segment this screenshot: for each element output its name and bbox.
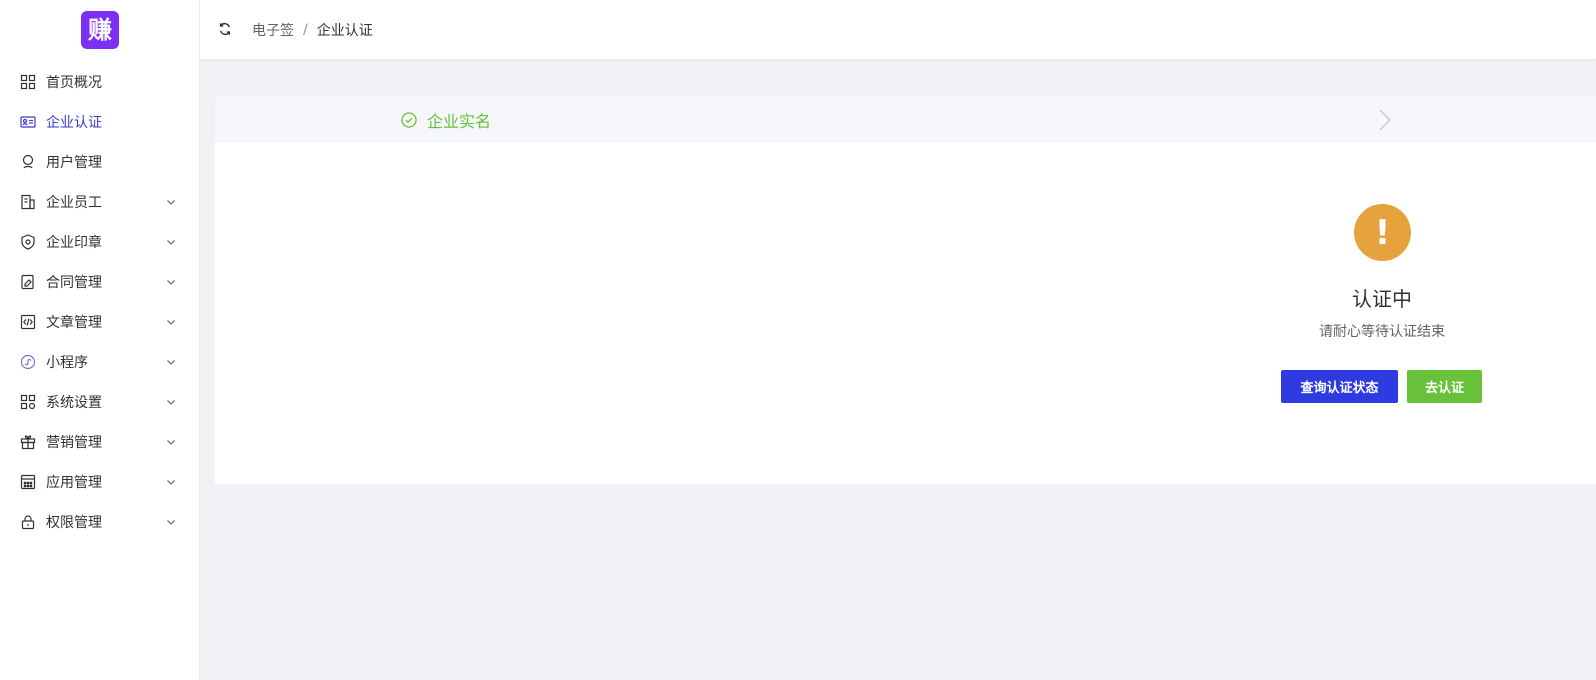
app-logo[interactable]: 赚: [81, 11, 119, 49]
breadcrumb-parent[interactable]: 电子签: [252, 20, 294, 40]
sidebar-item-contracts[interactable]: 合同管理: [0, 262, 199, 302]
sidebar-item-user-management[interactable]: 用户管理: [0, 142, 199, 182]
sidebar: 赚 首页概况 企业认证 用户管理 企业员工 企业印章 合同管理 文章管理 小程序…: [0, 0, 200, 680]
sidebar-item-label: 企业认证: [46, 115, 102, 131]
chevron-down-icon: [165, 356, 177, 368]
sidebar-item-label: 营销管理: [46, 435, 102, 451]
sidebar-item-label: 用户管理: [46, 155, 102, 171]
sidebar-item-label: 企业印章: [46, 235, 102, 251]
gift-icon: [20, 434, 36, 450]
chevron-down-icon: [165, 476, 177, 488]
id-card-icon: [20, 114, 36, 130]
breadcrumb-current: 企业认证: [316, 22, 373, 39]
warning-icon: !: [1354, 204, 1411, 261]
chevron-right-icon: [1379, 109, 1391, 131]
chevron-down-icon: [165, 516, 177, 528]
sidebar-item-miniprogram[interactable]: 小程序: [0, 342, 199, 382]
result-title: 认证中: [1352, 287, 1412, 311]
chevron-down-icon: [165, 316, 177, 328]
top-bar: 电子签 / 企业认证: [200, 0, 1596, 60]
sidebar-item-label: 文章管理: [46, 315, 102, 331]
sidebar-item-marketing[interactable]: 营销管理: [0, 422, 199, 462]
chevron-down-icon: [165, 276, 177, 288]
breadcrumb-separator: /: [303, 21, 308, 38]
logo-text: 赚: [88, 16, 112, 44]
user-icon: [20, 154, 36, 170]
lock-icon: [20, 514, 36, 530]
chevron-down-icon: [165, 196, 177, 208]
result-subtitle: 请耐心等待认证结束: [1319, 324, 1445, 340]
result-panel: ! 认证中 请耐心等待认证结束 查询认证状态 去认证: [215, 143, 1596, 484]
miniprogram-icon: [20, 354, 36, 370]
dashboard-icon: [20, 74, 36, 90]
sidebar-item-label: 小程序: [46, 355, 88, 371]
sidebar-item-apps[interactable]: 应用管理: [0, 462, 199, 502]
contract-icon: [20, 274, 36, 290]
sidebar-item-label: 首页概况: [46, 75, 102, 91]
sidebar-item-seals[interactable]: 企业印章: [0, 222, 199, 262]
sidebar-item-articles[interactable]: 文章管理: [0, 302, 199, 342]
sidebar-item-label: 权限管理: [46, 515, 102, 531]
step-enterprise-realname: 企业实名: [401, 97, 491, 143]
shield-seal-icon: [20, 234, 36, 250]
sidebar-item-label: 企业员工: [46, 195, 102, 211]
check-circle-icon: [401, 112, 417, 128]
main-content: 企业实名 ! 认证中 请耐心等待认证结束 查询认证状态 去认证: [215, 97, 1596, 484]
sidebar-item-label: 合同管理: [46, 275, 102, 291]
chevron-down-icon: [165, 236, 177, 248]
sidebar-item-system-settings[interactable]: 系统设置: [0, 382, 199, 422]
query-status-button[interactable]: 查询认证状态: [1281, 370, 1398, 403]
steps-bar: 企业实名: [215, 97, 1596, 143]
chevron-down-icon: [165, 436, 177, 448]
step-label: 企业实名: [427, 112, 492, 131]
sidebar-menu: 首页概况 企业认证 用户管理 企业员工 企业印章 合同管理 文章管理 小程序 系…: [0, 62, 199, 542]
settings-grid-icon: [20, 394, 36, 410]
sidebar-item-label: 系统设置: [46, 395, 102, 411]
sidebar-item-enterprise-auth[interactable]: 企业认证: [0, 102, 199, 142]
warning-glyph: !: [1374, 212, 1391, 253]
sidebar-item-employees[interactable]: 企业员工: [0, 182, 199, 222]
breadcrumb: 电子签 / 企业认证: [252, 20, 373, 40]
go-authenticate-button[interactable]: 去认证: [1407, 370, 1482, 403]
code-doc-icon: [20, 314, 36, 330]
sidebar-item-permissions[interactable]: 权限管理: [0, 502, 199, 542]
app-grid-icon: [20, 474, 36, 490]
sidebar-item-label: 应用管理: [46, 475, 102, 491]
office-building-icon: [20, 194, 36, 210]
sidebar-item-dashboard[interactable]: 首页概况: [0, 62, 199, 102]
refresh-icon[interactable]: [218, 22, 234, 38]
chevron-down-icon: [165, 396, 177, 408]
